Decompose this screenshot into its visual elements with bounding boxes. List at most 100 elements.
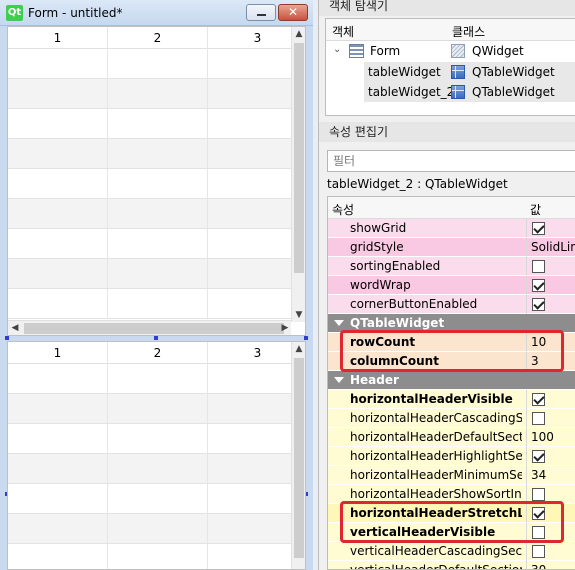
table-row[interactable] (8, 424, 291, 454)
property-row[interactable]: verticalHeaderCascadingSectio... (328, 542, 575, 561)
property-checkbox[interactable] (532, 450, 545, 463)
table-row[interactable] (8, 49, 291, 79)
table-widget-2[interactable]: 1 2 3 ▲ (7, 341, 306, 570)
tree-item-name: Form (370, 44, 401, 58)
selected-object-label: tableWidget_2 : QTableWidget (327, 177, 508, 191)
property-row[interactable]: wordWrap (328, 276, 575, 295)
table2-vertical-scrollbar[interactable]: ▲ (291, 342, 305, 569)
table1-hscroll-thumb[interactable] (24, 323, 284, 334)
property-value-cell[interactable]: 30 (526, 561, 575, 569)
property-checkbox[interactable] (532, 260, 545, 273)
property-checkbox[interactable] (532, 488, 545, 501)
property-value-cell[interactable]: 34 (526, 466, 575, 485)
property-row[interactable]: showGrid (328, 219, 575, 238)
scroll-down-icon[interactable]: ▼ (292, 308, 305, 322)
property-checkbox[interactable] (532, 393, 545, 406)
property-name: verticalHeaderDefaultSectionS... (350, 563, 522, 570)
table-row[interactable] (8, 484, 291, 514)
property-value-cell[interactable] (526, 390, 575, 409)
property-row[interactable]: horizontalHeaderHighlightSec... (328, 447, 575, 466)
form-window: Qt Form - untitled* ✕ 1 2 3 ▲ ▼ ◀ ▶ 1 2 … (0, 0, 313, 570)
table2-header-col-1[interactable]: 1 (8, 342, 108, 364)
property-name: horizontalHeaderCascadingSe... (350, 411, 522, 425)
tree-item-form[interactable]: ⌄ Form QWidget (326, 41, 575, 61)
property-row[interactable]: horizontalHeaderDefaultSectio... 100 (328, 428, 575, 447)
property-value-cell[interactable] (526, 257, 575, 276)
expand-chevron-icon[interactable]: ⌄ (333, 44, 341, 55)
table-row[interactable] (8, 259, 291, 289)
object-column-header[interactable]: 객체 (332, 23, 354, 40)
table2-horizontal-header: 1 2 3 (8, 342, 291, 364)
table-row[interactable] (8, 544, 291, 569)
scroll-left-icon[interactable]: ◀ (8, 321, 22, 335)
table1-vertical-scrollbar[interactable]: ▲ ▼ (291, 27, 305, 322)
form-title: Form - untitled* (28, 6, 123, 20)
value-column-header[interactable]: 값 (530, 201, 541, 218)
selection-handle[interactable] (154, 336, 158, 340)
table-widget-1[interactable]: 1 2 3 ▲ ▼ ◀ ▶ (7, 26, 306, 336)
property-row[interactable]: horizontalHeaderVisible (328, 390, 575, 409)
property-checkbox[interactable] (532, 412, 545, 425)
tree-item-class: QWidget (472, 44, 524, 58)
table2-header-col-2[interactable]: 2 (108, 342, 208, 364)
widget-icon (451, 44, 465, 58)
scroll-up-icon[interactable]: ▲ (292, 342, 305, 356)
property-value-cell[interactable] (526, 219, 575, 238)
table-row[interactable] (8, 229, 291, 259)
scroll-right-icon[interactable]: ▶ (278, 321, 292, 335)
property-checkbox[interactable] (532, 298, 545, 311)
property-row[interactable]: horizontalHeaderMinimumSec... 34 (328, 466, 575, 485)
table1-header-col-2[interactable]: 2 (108, 27, 208, 49)
property-checkbox[interactable] (532, 545, 545, 558)
property-value-cell[interactable] (526, 447, 575, 466)
tree-item-tablewidget[interactable]: tableWidget QTableWidget (364, 62, 575, 82)
table-row[interactable] (8, 199, 291, 229)
table1-rows (8, 49, 291, 319)
table-row[interactable] (8, 394, 291, 424)
table2-rows (8, 364, 291, 569)
close-button[interactable]: ✕ (278, 4, 308, 21)
table-row[interactable] (8, 109, 291, 139)
property-group-header[interactable]: Header (328, 371, 575, 390)
scroll-up-icon[interactable]: ▲ (292, 27, 305, 41)
table-row[interactable] (8, 79, 291, 109)
minimize-button[interactable] (246, 4, 276, 21)
table2-vscroll-thumb[interactable] (294, 358, 304, 558)
table1-horizontal-scrollbar[interactable]: ◀ ▶ (8, 320, 291, 335)
table-row[interactable] (8, 454, 291, 484)
property-value-cell[interactable] (526, 276, 575, 295)
property-row[interactable]: horizontalHeaderCascadingSe... (328, 409, 575, 428)
form-titlebar[interactable]: Qt Form - untitled* ✕ (0, 0, 313, 26)
property-value-cell[interactable]: 100 (526, 428, 575, 447)
qt-designer-screen: Qt Form - untitled* ✕ 1 2 3 ▲ ▼ ◀ ▶ 1 2 … (0, 0, 575, 570)
tree-item-tablewidget-2[interactable]: tableWidget_2 QTableWidget (364, 82, 575, 102)
property-value-cell[interactable] (526, 542, 575, 561)
table-row[interactable] (8, 169, 291, 199)
property-value-cell[interactable] (526, 409, 575, 428)
property-value: 34 (531, 468, 547, 482)
table-row[interactable] (8, 364, 291, 394)
table-row[interactable] (8, 289, 291, 319)
property-value-cell[interactable]: SolidLine (526, 238, 575, 257)
property-checkbox[interactable] (532, 222, 545, 235)
collapse-caret-icon[interactable] (334, 377, 344, 383)
class-column-header[interactable]: 클래스 (452, 23, 485, 40)
property-checkbox[interactable] (532, 279, 545, 292)
property-filter-input[interactable]: 필터 (327, 150, 575, 172)
table1-header-col-1[interactable]: 1 (8, 27, 108, 49)
table1-vscroll-thumb[interactable] (294, 43, 304, 273)
property-value-cell[interactable] (526, 295, 575, 314)
property-value: 100 (531, 430, 554, 444)
property-row[interactable]: gridStyle SolidLine (328, 238, 575, 257)
property-name: cornerButtonEnabled (350, 297, 478, 311)
object-inspector-tree: 객체 클래스 ⌄ Form QWidget tableWidget QTable… (325, 18, 575, 116)
selection-handle[interactable] (304, 336, 308, 340)
selection-handle[interactable] (5, 336, 9, 340)
table-row[interactable] (8, 514, 291, 544)
property-row[interactable]: verticalHeaderDefaultSectionS... 30 (328, 561, 575, 570)
collapse-caret-icon[interactable] (334, 320, 344, 326)
property-row[interactable]: cornerButtonEnabled (328, 295, 575, 314)
table-row[interactable] (8, 139, 291, 169)
property-column-header[interactable]: 속성 (332, 201, 354, 218)
property-row[interactable]: sortingEnabled (328, 257, 575, 276)
